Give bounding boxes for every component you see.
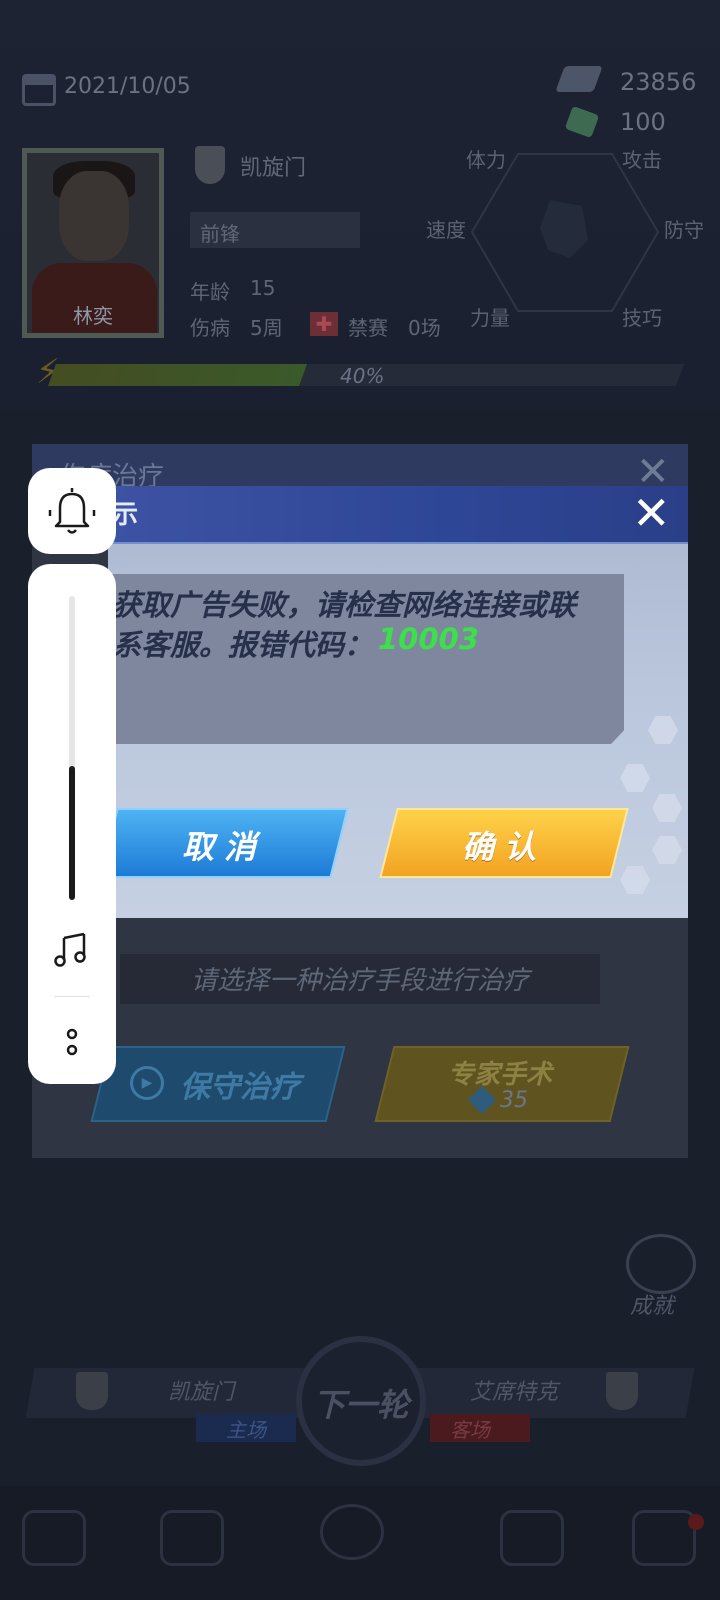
injury-value: 5周 bbox=[250, 316, 283, 340]
cancel-button-label: 取消 bbox=[181, 828, 266, 866]
club-shield-icon bbox=[195, 146, 225, 184]
achievement-icon[interactable] bbox=[626, 1234, 696, 1294]
more-options-icon[interactable] bbox=[58, 1024, 86, 1060]
music-note-icon[interactable] bbox=[52, 930, 92, 970]
notification-dot bbox=[688, 1514, 704, 1530]
bottom-nav bbox=[0, 1486, 720, 1600]
ringer-mode-button[interactable] bbox=[28, 468, 116, 554]
expert-surgery-label: 专家手术 bbox=[447, 1060, 552, 1090]
coin-count: 23856 bbox=[620, 68, 697, 96]
home-team-name: 凯旋门 bbox=[168, 1380, 235, 1405]
expert-surgery-cost: 35 bbox=[500, 1088, 528, 1113]
stat-label-skill: 技巧 bbox=[622, 306, 662, 330]
away-tag-label: 客场 bbox=[450, 1418, 490, 1442]
calendar-icon bbox=[22, 74, 56, 106]
nav-team-icon[interactable] bbox=[22, 1510, 86, 1566]
nav-tactics-icon[interactable] bbox=[160, 1510, 224, 1566]
age-value: 15 bbox=[250, 276, 276, 300]
stamina-bar-fill bbox=[47, 364, 308, 386]
conservative-treatment-label: 保守治疗 bbox=[180, 1070, 300, 1105]
next-round-label: 下一轮 bbox=[312, 1386, 409, 1424]
stamina-percent: 40% bbox=[340, 364, 385, 388]
current-date: 2021/10/05 bbox=[64, 74, 191, 99]
away-club-shield-icon bbox=[606, 1372, 638, 1410]
gem-count: 100 bbox=[620, 108, 666, 136]
stat-label-defense: 防守 bbox=[664, 218, 704, 242]
age-label: 年龄 bbox=[190, 280, 230, 304]
player-name: 林奕 bbox=[73, 304, 113, 328]
ban-label: 禁赛 bbox=[348, 316, 388, 340]
club-name: 凯旋门 bbox=[240, 156, 307, 181]
bell-icon bbox=[48, 488, 96, 534]
nav-match-icon[interactable] bbox=[320, 1504, 384, 1560]
achievement-label: 成就 bbox=[630, 1294, 675, 1319]
ban-value: 0场 bbox=[408, 316, 441, 340]
injury-label: 伤病 bbox=[190, 316, 230, 340]
volume-slider-fill bbox=[69, 766, 75, 900]
player-position: 前锋 bbox=[200, 222, 240, 246]
stat-label-attack: 攻击 bbox=[622, 148, 662, 172]
confirm-button-label: 确认 bbox=[461, 828, 546, 866]
away-team-name: 艾席特克 bbox=[470, 1380, 559, 1405]
stat-label-stamina: 体力 bbox=[466, 148, 506, 172]
nav-club-icon[interactable] bbox=[500, 1510, 564, 1566]
alert-close-icon[interactable]: ✕ bbox=[632, 490, 671, 536]
error-message-line1: 获取广告失败，请检查网络连接或联 bbox=[112, 588, 577, 622]
medical-cross-icon: ✚ bbox=[310, 312, 338, 336]
home-club-shield-icon bbox=[76, 1372, 108, 1410]
home-tag-label: 主场 bbox=[226, 1418, 266, 1442]
play-icon: ▶ bbox=[130, 1066, 164, 1100]
alert-popup-header bbox=[108, 486, 688, 544]
error-message-line2: 系客服。报错代码： bbox=[112, 628, 374, 662]
stat-label-power: 力量 bbox=[470, 306, 510, 330]
error-code: 10003 bbox=[378, 622, 479, 656]
stat-label-speed: 速度 bbox=[426, 218, 466, 242]
nav-honor-icon[interactable] bbox=[632, 1510, 696, 1566]
volume-divider bbox=[54, 996, 90, 997]
stat-hexagon-chart bbox=[470, 153, 660, 312]
treatment-prompt: 请选择一种治疗手段进行治疗 bbox=[190, 966, 529, 996]
